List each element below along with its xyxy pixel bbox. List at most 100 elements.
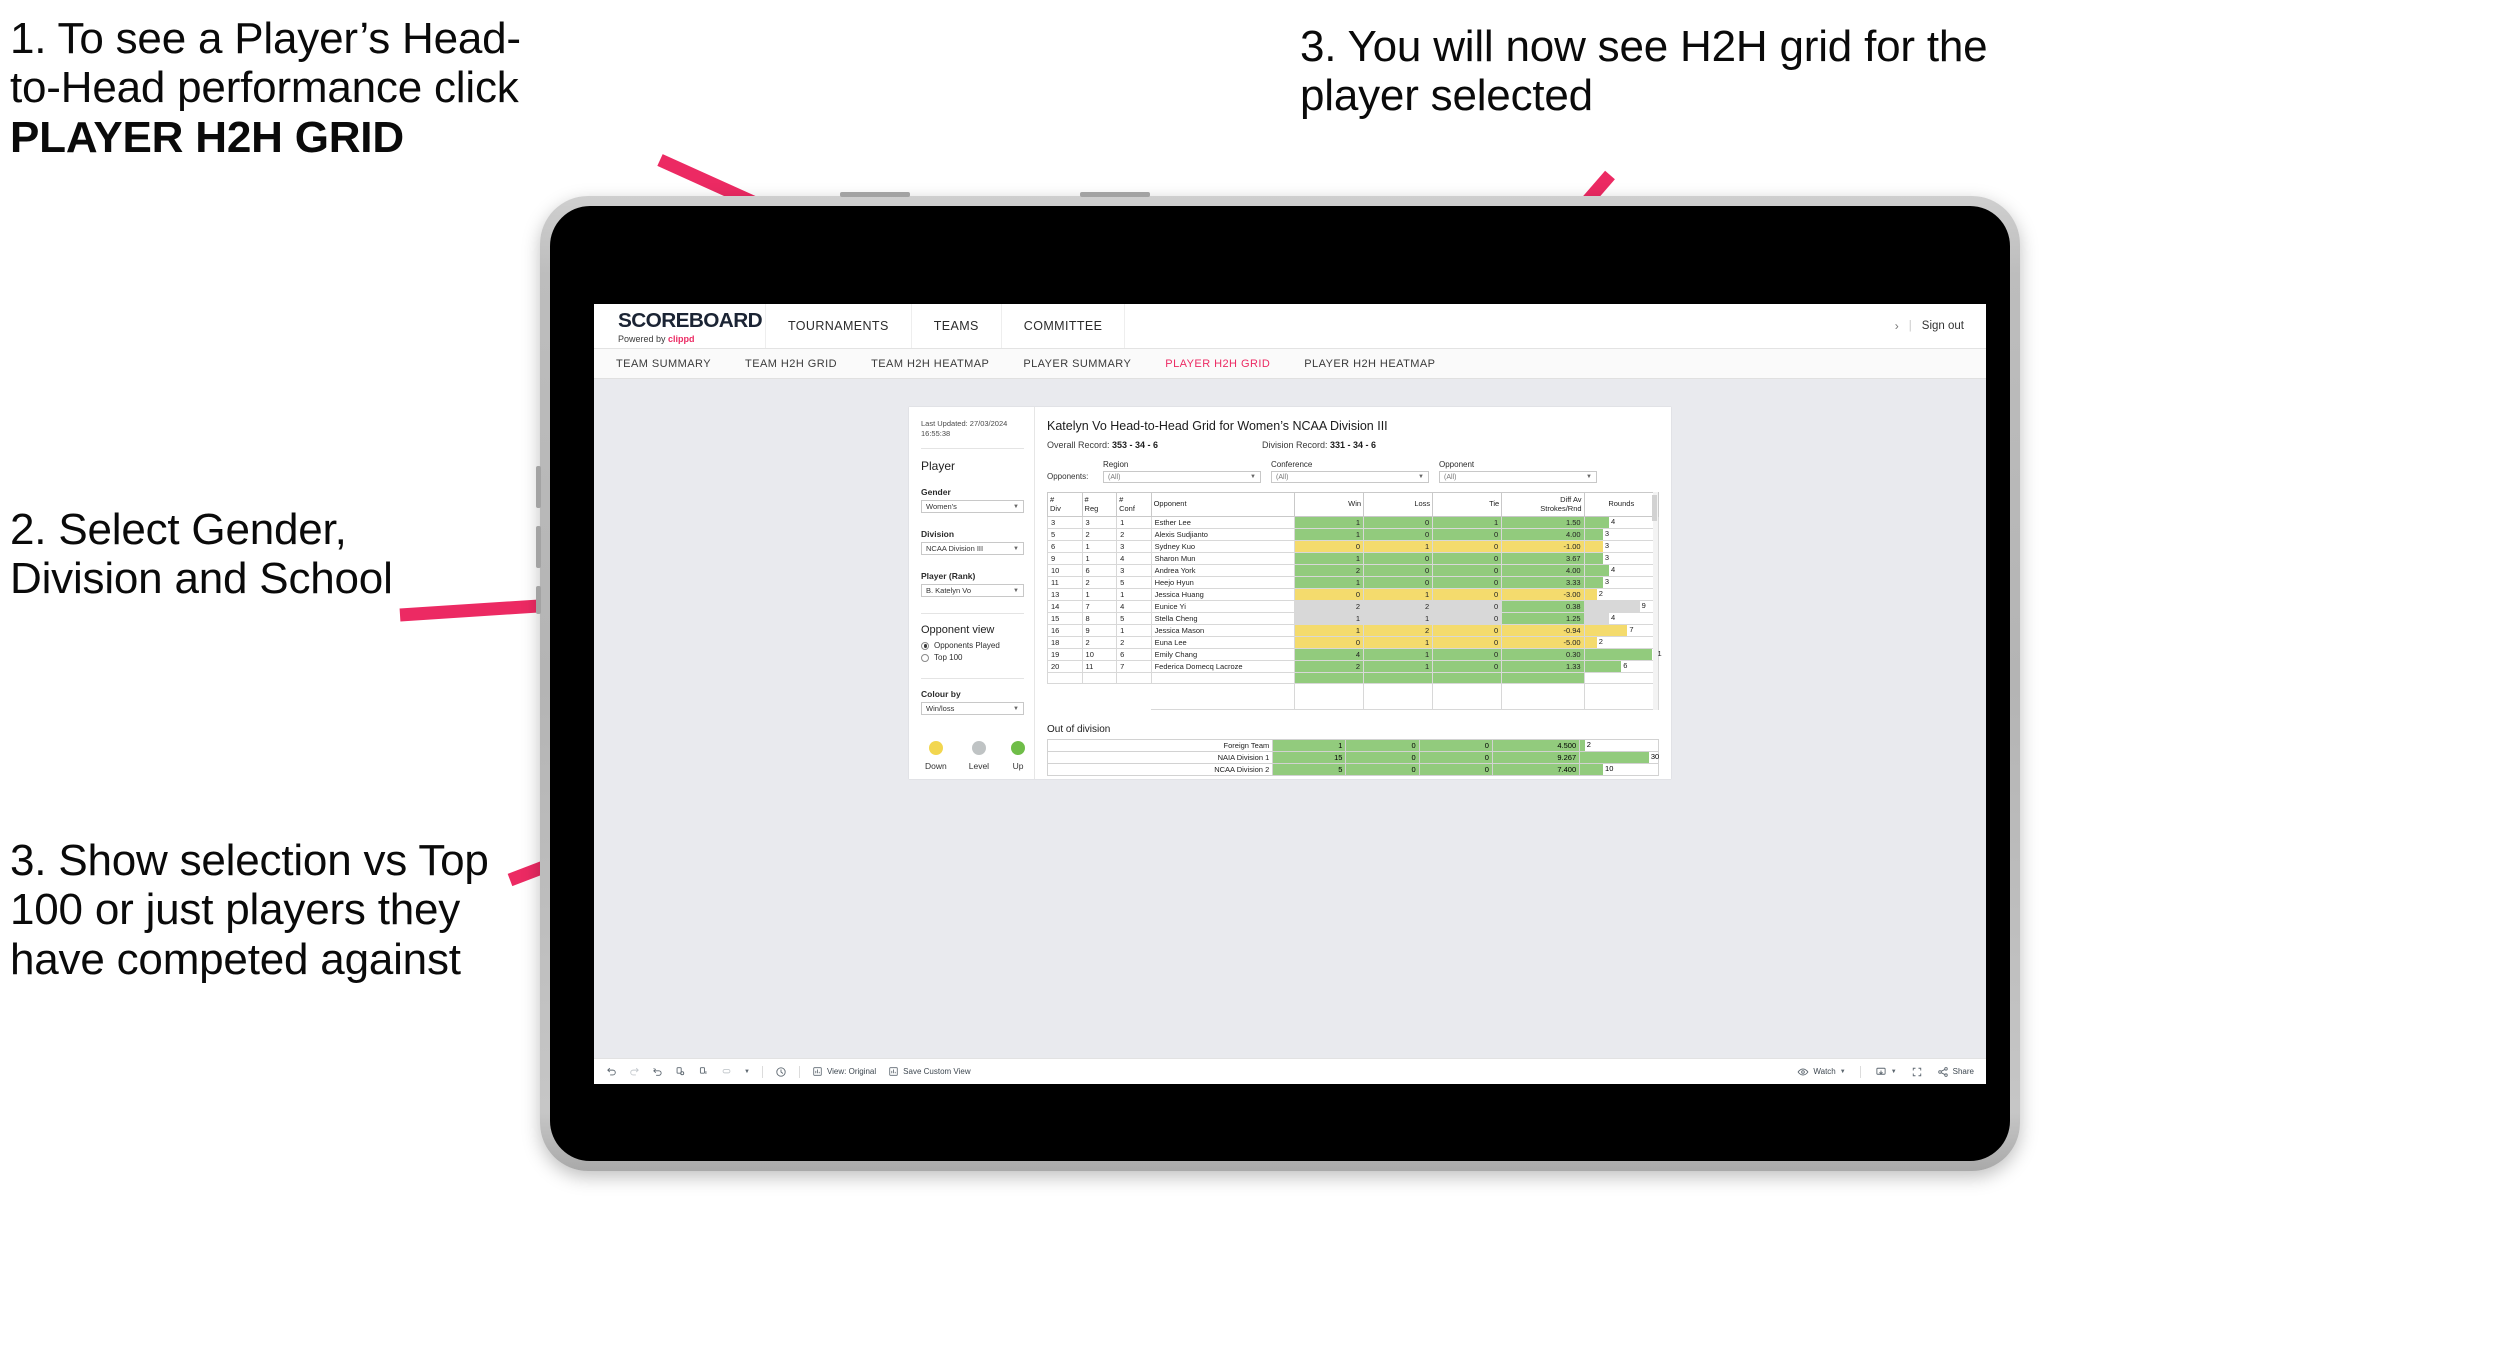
out-of-division-row[interactable]: NAIA Division 1 15 0 0 9.267 30 <box>1046 750 1659 764</box>
chevron-down-icon: ▼ <box>1839 1068 1846 1075</box>
filter-conference-select[interactable]: (All) ▼ <box>1271 471 1429 483</box>
history-icon[interactable] <box>775 1066 787 1078</box>
loop-icon[interactable] <box>721 1066 732 1077</box>
column-header-rounds[interactable]: Rounds <box>1583 491 1660 518</box>
brand-logo: SCOREBOARD Powered by clippd <box>594 304 766 348</box>
main-content: Katelyn Vo Head-to-Head Grid for Women’s… <box>1035 407 1671 779</box>
cell-loss: 2 <box>1363 624 1434 638</box>
chevron-down-icon[interactable]: ▼ <box>744 1069 750 1075</box>
cell-tie: 0 <box>1432 612 1503 626</box>
nav-item-teams[interactable]: TEAMS <box>912 304 1002 348</box>
chevron-down-icon: ▼ <box>1013 705 1019 712</box>
cell-div: 11 <box>1047 576 1083 590</box>
share-button[interactable]: Share <box>1937 1066 1974 1078</box>
filter-division-select[interactable]: NCAA Division III ▼ <box>921 542 1024 556</box>
brand-tagline: Powered by clippd <box>618 334 765 344</box>
filter-player-select[interactable]: B. Katelyn Vo ▼ <box>921 584 1024 598</box>
table-row[interactable]: 15 8 5 Stella Cheng 1 1 0 1.25 4 <box>1047 612 1660 626</box>
cell-division-name: NCAA Division 2 <box>1046 762 1274 776</box>
cell-win: 1 <box>1272 738 1347 752</box>
table-row[interactable]: 16 9 1 Jessica Mason 1 2 0 -0.94 7 <box>1047 624 1660 638</box>
column-header-loss[interactable]: Loss <box>1363 491 1434 518</box>
cell-tie: 0 <box>1432 528 1503 542</box>
filter-region-select[interactable]: (All) ▼ <box>1103 471 1261 483</box>
dashboard-panel: Last Updated: 27/03/2024 16:55:38 Player… <box>909 407 1671 780</box>
annotation-step-1-line2: to-Head performance click <box>10 63 519 113</box>
cell-win: 0 <box>1294 588 1365 602</box>
table-row[interactable]: 9 1 4 Sharon Mun 1 0 0 3.67 3 <box>1047 552 1660 566</box>
out-of-division-row[interactable]: NCAA Division 2 5 0 0 7.400 10 <box>1046 762 1659 776</box>
radio-top-100[interactable]: Top 100 <box>921 653 1024 662</box>
table-row[interactable]: 13 1 1 Jessica Huang 0 1 0 -3.00 2 <box>1047 588 1660 602</box>
table-row[interactable]: 18 2 2 Euna Lee 0 1 0 -5.00 2 <box>1047 636 1660 650</box>
tab-team-h2h-grid[interactable]: TEAM H2H GRID <box>745 358 837 370</box>
device-button <box>1080 192 1150 197</box>
column-header-opponent[interactable]: Opponent <box>1150 491 1296 518</box>
cell-win <box>1294 672 1365 684</box>
cell-tie: 0 <box>1432 540 1503 554</box>
chevron-right-icon[interactable]: › <box>1895 319 1899 333</box>
table-row[interactable]: 20 11 7 Federica Domecq Lacroze 2 1 0 1.33 6 <box>1047 660 1660 674</box>
cell-rounds: 2 <box>1583 588 1660 602</box>
cell-div: 19 <box>1047 648 1083 662</box>
revert-icon[interactable] <box>652 1066 663 1077</box>
tab-team-summary[interactable]: TEAM SUMMARY <box>616 358 711 370</box>
radio-opponents-played[interactable]: Opponents Played <box>921 641 1024 650</box>
cell-rounds: 10 <box>1579 762 1659 776</box>
rounds-value: 10 <box>1605 763 1614 773</box>
table-scrollbar[interactable] <box>1652 492 1658 710</box>
cell-conf: 1 <box>1116 588 1152 602</box>
cell-div: 15 <box>1047 612 1083 626</box>
column-header-tie[interactable]: Tie <box>1432 491 1503 518</box>
table-row[interactable]: 5 2 2 Alexis Sudjianto 1 0 0 4.00 3 <box>1047 528 1660 542</box>
redo-icon[interactable] <box>629 1066 640 1077</box>
filter-colour-by-select[interactable]: Win/loss ▼ <box>921 702 1024 716</box>
save-custom-view-button[interactable]: Save Custom View <box>888 1066 971 1077</box>
radio-top-100-label: Top 100 <box>934 653 963 663</box>
table-row[interactable]: 11 2 5 Heejo Hyun 1 0 0 3.33 3 <box>1047 576 1660 590</box>
tab-team-h2h-heatmap[interactable]: TEAM H2H HEATMAP <box>871 358 989 370</box>
table-row[interactable]: 6 1 3 Sydney Kuo 0 1 0 -1.00 3 <box>1047 540 1660 554</box>
column-header-div[interactable]: # Div <box>1047 491 1083 518</box>
fullscreen-icon[interactable] <box>1911 1066 1923 1078</box>
cell-conf: 1 <box>1116 624 1152 638</box>
cell-win: 1 <box>1294 528 1365 542</box>
cell-diff: 3.33 <box>1501 576 1585 590</box>
rounds-value: 3 <box>1604 577 1610 587</box>
filter-opponent-value: (All) <box>1444 473 1457 481</box>
download-button[interactable]: ▼ <box>1875 1066 1897 1078</box>
refresh-icon[interactable] <box>675 1066 686 1077</box>
tab-player-h2h-heatmap[interactable]: PLAYER H2H HEATMAP <box>1304 358 1435 370</box>
column-header-conf[interactable]: # Conf <box>1116 491 1152 518</box>
sign-out-button[interactable]: Sign out <box>1922 320 1964 332</box>
cell-diff: 4.00 <box>1501 564 1585 578</box>
colour-legend: Down Level Up <box>921 741 1026 771</box>
nav-item-committee[interactable]: COMMITTEE <box>1002 304 1126 348</box>
table-row[interactable]: 14 7 4 Eunice Yi 2 2 0 0.38 9 <box>1047 600 1660 614</box>
table-row[interactable]: 3 3 1 Esther Lee 1 0 1 1.50 4 <box>1047 516 1660 530</box>
filter-gender-select[interactable]: Women's ▼ <box>921 500 1024 514</box>
filter-colour-by-value: Win/loss <box>926 704 955 714</box>
rounds-value: 4 <box>1611 517 1616 527</box>
watch-button[interactable]: Watch ▼ <box>1797 1066 1846 1078</box>
table-row[interactable]: 19106Emily Chang4100.3011 <box>1047 648 1662 662</box>
table-row[interactable]: 10 6 3 Andrea York 2 0 0 4.00 4 <box>1047 564 1660 578</box>
cell-tie: 0 <box>1418 738 1493 752</box>
column-header-reg[interactable]: # Reg <box>1081 491 1118 518</box>
out-of-division-row[interactable]: Foreign Team 1 0 0 4.500 2 <box>1046 738 1659 752</box>
divider <box>921 448 1024 450</box>
tab-player-summary[interactable]: PLAYER SUMMARY <box>1023 358 1131 370</box>
nav-item-tournaments[interactable]: TOURNAMENTS <box>766 304 912 348</box>
table-scrollbar-thumb[interactable] <box>1652 495 1657 521</box>
column-header-win[interactable]: Win <box>1294 491 1365 518</box>
column-header-diff[interactable]: Diff Av Strokes/Rnd <box>1501 491 1585 518</box>
view-original-button[interactable]: View: Original <box>812 1066 876 1077</box>
cell-div: 10 <box>1047 564 1083 578</box>
filter-opponent-select[interactable]: (All) ▼ <box>1439 471 1597 483</box>
tab-player-h2h-grid[interactable]: PLAYER H2H GRID <box>1165 358 1270 370</box>
cell-loss: 0 <box>1363 552 1434 566</box>
pause-icon[interactable] <box>698 1066 709 1077</box>
undo-icon[interactable] <box>606 1066 617 1077</box>
cell-diff: 7.400 <box>1491 762 1581 776</box>
cell-rounds: 7 <box>1583 624 1660 638</box>
